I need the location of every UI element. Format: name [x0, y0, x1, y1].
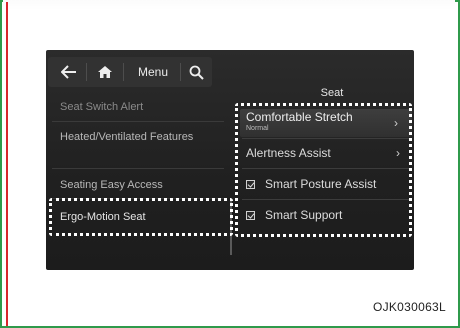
left-menu-item-heated-ventilated[interactable]: Heated/Ventilated Features	[60, 130, 220, 144]
left-margin-rule	[6, 2, 8, 326]
home-button[interactable]	[90, 57, 120, 87]
home-icon	[98, 66, 112, 78]
divider	[180, 63, 181, 81]
divider	[123, 63, 124, 81]
top-fade	[3, 0, 455, 10]
divider	[52, 168, 224, 169]
back-button[interactable]	[54, 57, 84, 87]
arrow-left-icon	[61, 65, 76, 79]
menu-label: Menu	[137, 65, 169, 79]
left-menu-item-seating-easy-access[interactable]: Seating Easy Access	[60, 178, 163, 192]
figure-caption: OJK030063L	[372, 300, 446, 314]
divider	[52, 121, 224, 122]
search-button[interactable]	[182, 57, 210, 87]
left-menu-item-seat-switch-alert[interactable]: Seat Switch Alert	[60, 100, 143, 114]
menu-button[interactable]: Menu	[126, 57, 180, 87]
highlight-box-left	[49, 198, 233, 236]
divider	[86, 63, 87, 81]
search-icon	[189, 65, 204, 80]
top-bar: Menu	[48, 57, 212, 87]
page-title: Seat	[320, 87, 344, 99]
infotainment-screen: Menu Seat Seat Switch Alert Heated/Venti…	[46, 50, 414, 270]
highlight-box-right	[235, 103, 412, 237]
